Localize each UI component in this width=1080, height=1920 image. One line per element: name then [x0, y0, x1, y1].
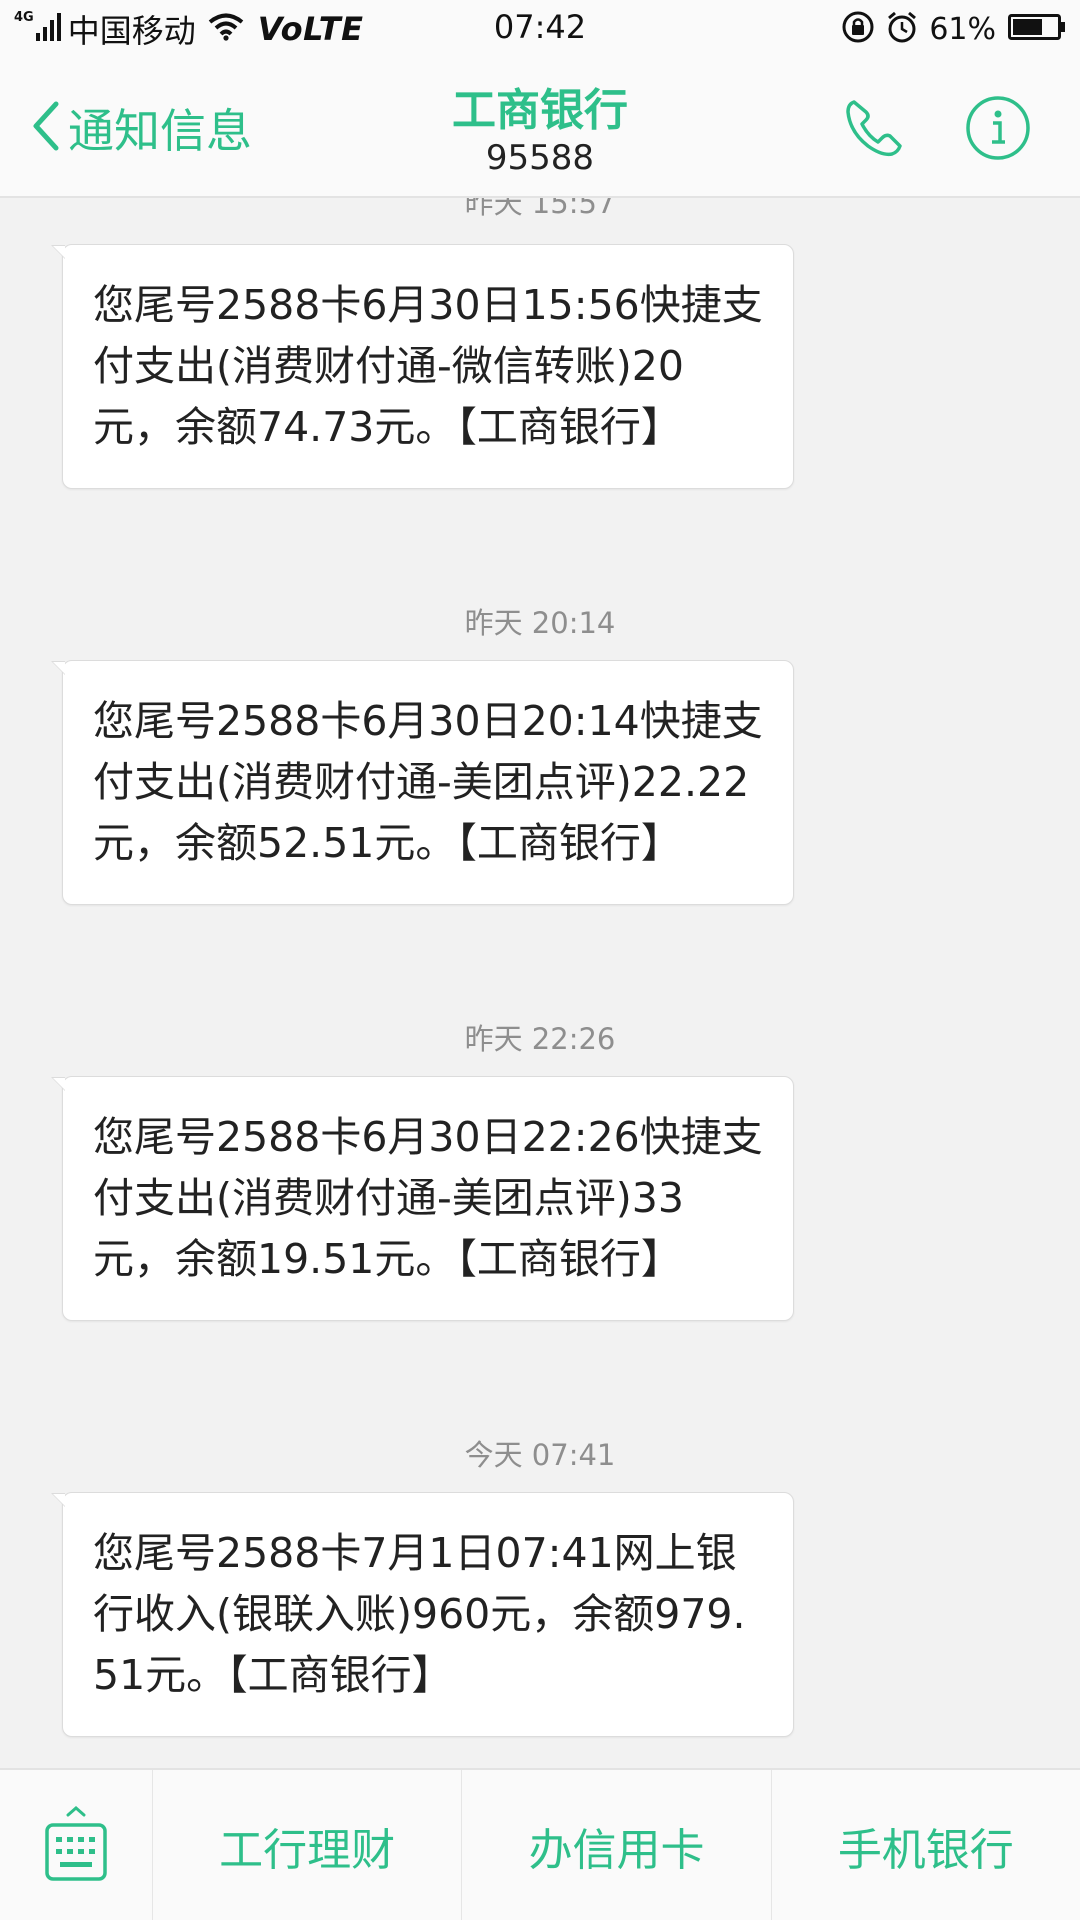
message-text: 您尾号2588卡6月30日20:14快捷支付支出(消费财付通-美团点评)22.2… [93, 697, 763, 867]
call-button[interactable] [840, 96, 906, 162]
message-bubble[interactable]: 您尾号2588卡7月1日07:41网上银行收入(银联入账)960元，余额979.… [51, 1492, 794, 1737]
message-timestamp: 今天 07:41 [464, 1438, 616, 1472]
menu-item-mobile-banking[interactable]: 手机银行 [772, 1770, 1080, 1920]
message-text: 您尾号2588卡7月1日07:41网上银行收入(银联入账)960元，余额979.… [93, 1529, 746, 1699]
menu-item-credit-card[interactable]: 办信用卡 [462, 1770, 772, 1920]
info-icon [964, 96, 1032, 166]
keyboard-toggle-button[interactable] [0, 1770, 153, 1920]
battery-icon [1008, 13, 1066, 45]
conversation-header: 通知信息 工商银行 95588 [0, 58, 1080, 198]
message-bubble[interactable]: 您尾号2588卡6月30日22:26快捷支付支出(消费财付通-美团点评)33元，… [51, 1076, 794, 1321]
message-text: 您尾号2588卡6月30日15:56快捷支付支出(消费财付通-微信转账)20元，… [93, 281, 763, 451]
contact-number: 95588 [485, 138, 595, 178]
contact-name: 工商银行 [452, 85, 628, 136]
keyboard-icon [44, 1805, 108, 1887]
status-bar: 4G 中国移动 VoLTE 07:42 61% [0, 0, 1080, 58]
battery-percentage: 61% [929, 11, 996, 47]
phone-icon [840, 100, 906, 166]
message-timestamp: 昨天 20:14 [464, 606, 616, 640]
message-timestamp: 昨天 15:57 [464, 198, 616, 220]
sms-conversation-screen: 4G 中国移动 VoLTE 07:42 61% 通知信息 工商银行 95588 … [0, 0, 1080, 1920]
status-bar-right: 61% [841, 6, 1066, 52]
message-text: 您尾号2588卡6月30日22:26快捷支付支出(消费财付通-美团点评)33元，… [93, 1113, 763, 1283]
message-bubble[interactable]: 您尾号2588卡6月30日20:14快捷支付支出(消费财付通-美团点评)22.2… [51, 660, 794, 905]
message-timestamp: 昨天 22:26 [464, 1022, 616, 1056]
message-bubble[interactable]: 您尾号2588卡6月30日15:56快捷支付支出(消费财付通-微信转账)20元，… [51, 244, 794, 489]
bottom-menu-bar: 工行理财 办信用卡 手机银行 [0, 1768, 1080, 1920]
menu-item-wealth-management[interactable]: 工行理财 [153, 1770, 463, 1920]
message-list[interactable]: 昨天 15:57 您尾号2588卡6月30日15:56快捷支付支出(消费财付通-… [0, 198, 1080, 1768]
info-button[interactable] [964, 94, 1032, 162]
rotation-lock-icon [841, 10, 875, 48]
alarm-icon [885, 10, 919, 48]
